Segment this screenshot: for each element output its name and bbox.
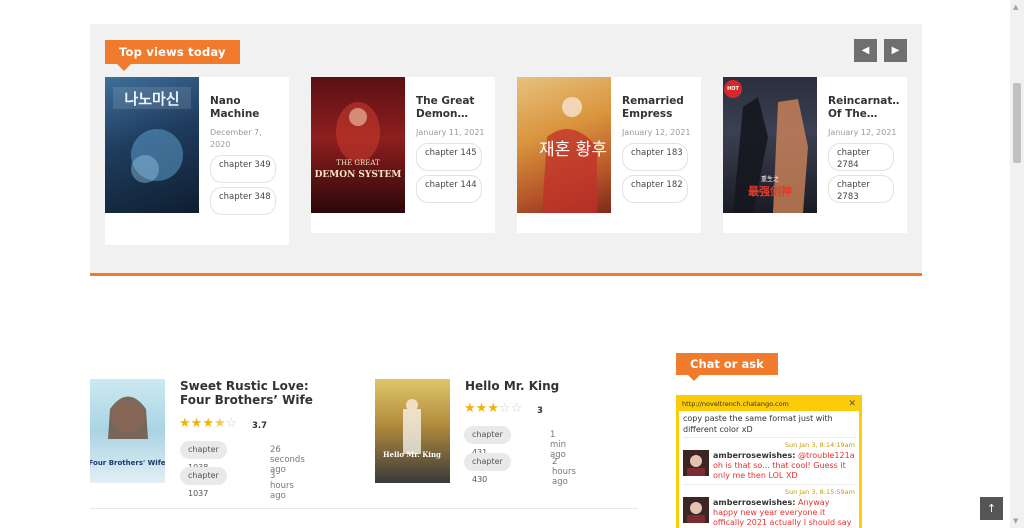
chat-url-bar: http://noveltrench.chatango.com ✕ xyxy=(679,398,859,411)
star-full-icon: ★ xyxy=(202,416,214,431)
chat-message-previous: copy paste the same format just with dif… xyxy=(683,413,855,438)
star-empty-icon: ☆ xyxy=(498,401,511,416)
carousel-prev-button[interactable]: ◀ xyxy=(854,39,877,62)
release-date: January 12, 2021 xyxy=(828,128,897,137)
chat-url[interactable]: http://noveltrench.chatango.com xyxy=(682,400,789,408)
star-rating: ★★★★☆ xyxy=(179,416,237,431)
top-view-card[interactable]: 재혼 황후 Remarried Empress January 12, 2021… xyxy=(517,77,701,233)
star-empty-icon: ☆ xyxy=(510,401,523,416)
top-view-card[interactable]: 나노마신 Nano Machine December 7, 2020 chapt… xyxy=(105,77,289,245)
chapter-link[interactable]: chapter 349 xyxy=(210,155,276,183)
chapter-link[interactable]: chapter 144 xyxy=(416,175,482,203)
chapter-link[interactable]: chapter 1038 xyxy=(180,441,227,472)
cover-art: 重生之 最强剑神 xyxy=(733,97,808,213)
update-time: 3 hours ago xyxy=(270,471,294,501)
book-cover[interactable]: Hello Mr. King xyxy=(375,379,450,483)
rating-value: 3.7 xyxy=(252,421,268,431)
scroll-thumb[interactable] xyxy=(1013,83,1021,163)
hot-badge: HOT xyxy=(724,80,742,98)
star-rating: ★★★☆☆ xyxy=(464,401,522,416)
svg-text:重生之: 重生之 xyxy=(761,175,779,183)
star-full-icon: ★ xyxy=(179,416,191,431)
star-full-icon: ★ xyxy=(487,401,499,416)
cover-art: 재혼 황후 xyxy=(539,97,607,213)
chat-heading: Chat or ask xyxy=(676,353,778,381)
chapter-link[interactable]: chapter 1037 xyxy=(180,467,227,498)
svg-text:最强剑神: 最强剑神 xyxy=(748,184,792,198)
star-empty-icon: ☆ xyxy=(225,416,238,431)
cover-title: 재혼 황후 xyxy=(539,140,607,160)
release-date: January 11, 2021 xyxy=(416,128,485,137)
chapter-link[interactable]: chapter 145 xyxy=(416,143,482,171)
book-title[interactable]: Remarried Empress xyxy=(622,95,694,121)
svg-text:DEMON SYSTEM: DEMON SYSTEM xyxy=(315,170,402,180)
book-title[interactable]: The Great Demon… xyxy=(416,95,488,121)
card-info: Nano Machine December 7, 2020 chapter 34… xyxy=(210,95,282,215)
cover-art: 나노마신 xyxy=(113,87,191,183)
close-icon[interactable]: ✕ xyxy=(848,398,856,410)
top-view-card[interactable]: THE GREAT DEMON SYSTEM The Great Demon… … xyxy=(311,77,495,233)
scrollbar[interactable]: ▲ ▼ xyxy=(1010,0,1024,528)
message-extra: XD xyxy=(785,471,798,480)
chapter-link[interactable]: chapter 431 xyxy=(464,426,511,457)
novel-title[interactable]: Sweet Rustic Love: Four Brothers’ Wife xyxy=(180,379,340,407)
back-to-top-button[interactable]: ↑ xyxy=(980,497,1003,520)
chat-message: Sun Jan 3, 8:14:19am amberrosewishes: @t… xyxy=(683,438,855,485)
carousel-next-button[interactable]: ▶ xyxy=(884,39,907,62)
message-user[interactable]: amberrosewishes: xyxy=(713,451,795,460)
chat-messages[interactable]: copy paste the same format just with dif… xyxy=(679,411,859,528)
chapter-link[interactable]: chapter 2783 xyxy=(828,175,894,203)
cover-title: 나노마신 xyxy=(124,90,179,108)
card-info: Reincarnat… Of The… January 12, 2021 cha… xyxy=(828,95,900,203)
cover-art: Four Brothers' Wife xyxy=(90,396,165,467)
chat-message: Sun Jan 3, 8:15:59am amberrosewishes: An… xyxy=(683,485,855,528)
star-full-icon: ★ xyxy=(190,416,203,431)
release-date: December 7, 2020 xyxy=(210,128,262,149)
top-view-card[interactable]: 重生之 最强剑神 HOT Reincarnat… Of The… January… xyxy=(723,77,907,233)
book-cover[interactable]: 재혼 황후 xyxy=(517,77,611,213)
chapter-link[interactable]: chapter 182 xyxy=(622,175,688,203)
cover-art: Hello Mr. King xyxy=(383,399,441,459)
page: Top views today ◀ ▶ 나노마신 Nano Machine De… xyxy=(0,0,1024,528)
star-full-icon: ★ xyxy=(475,401,488,416)
book-cover[interactable]: Four Brothers' Wife xyxy=(90,379,165,483)
divider xyxy=(90,508,638,509)
book-cover[interactable]: 重生之 最强剑神 HOT xyxy=(723,77,817,213)
update-time: 1 min ago xyxy=(550,430,567,460)
message-user[interactable]: amberrosewishes: xyxy=(713,498,795,507)
avatar[interactable] xyxy=(683,450,709,476)
book-cover[interactable]: THE GREAT DEMON SYSTEM xyxy=(311,77,405,213)
avatar[interactable] xyxy=(683,497,709,523)
star-full-icon: ★ xyxy=(464,401,476,416)
release-date: January 12, 2021 xyxy=(622,128,691,137)
update-time: 2 hours ago xyxy=(552,457,576,487)
rating-value: 3 xyxy=(537,406,543,416)
novel-title[interactable]: Hello Mr. King xyxy=(465,379,625,393)
scroll-down-icon[interactable]: ▼ xyxy=(1013,517,1018,525)
book-title[interactable]: Reincarnat… Of The… xyxy=(828,95,900,121)
card-info: Remarried Empress January 12, 2021 chapt… xyxy=(622,95,694,203)
book-cover[interactable]: 나노마신 xyxy=(105,77,199,213)
top-views-section: Top views today ◀ ▶ 나노마신 Nano Machine De… xyxy=(90,24,922,276)
message-text: amberrosewishes: Anyway happy new year e… xyxy=(713,498,855,528)
star-half-icon: ★ xyxy=(213,416,226,431)
chapter-link[interactable]: chapter 183 xyxy=(622,143,688,171)
chapter-link[interactable]: chapter 2784 xyxy=(828,143,894,171)
chapter-link[interactable]: chapter 430 xyxy=(464,453,511,484)
chapter-link[interactable]: chapter 348 xyxy=(210,187,276,215)
card-info: The Great Demon… January 11, 2021 chapte… xyxy=(416,95,488,203)
svg-text:Four Brothers' Wife: Four Brothers' Wife xyxy=(90,459,165,467)
scroll-up-icon[interactable]: ▲ xyxy=(1013,3,1018,11)
svg-text:Hello Mr. King: Hello Mr. King xyxy=(383,450,441,459)
message-text: amberrosewishes: @trouble121a oh is that… xyxy=(713,451,855,481)
book-title[interactable]: Nano Machine xyxy=(210,95,282,121)
top-views-heading: Top views today xyxy=(105,40,240,71)
svg-text:THE GREAT: THE GREAT xyxy=(336,159,380,167)
chat-widget[interactable]: http://noveltrench.chatango.com ✕ copy p… xyxy=(676,395,862,528)
cover-art: THE GREAT DEMON SYSTEM xyxy=(315,102,402,180)
